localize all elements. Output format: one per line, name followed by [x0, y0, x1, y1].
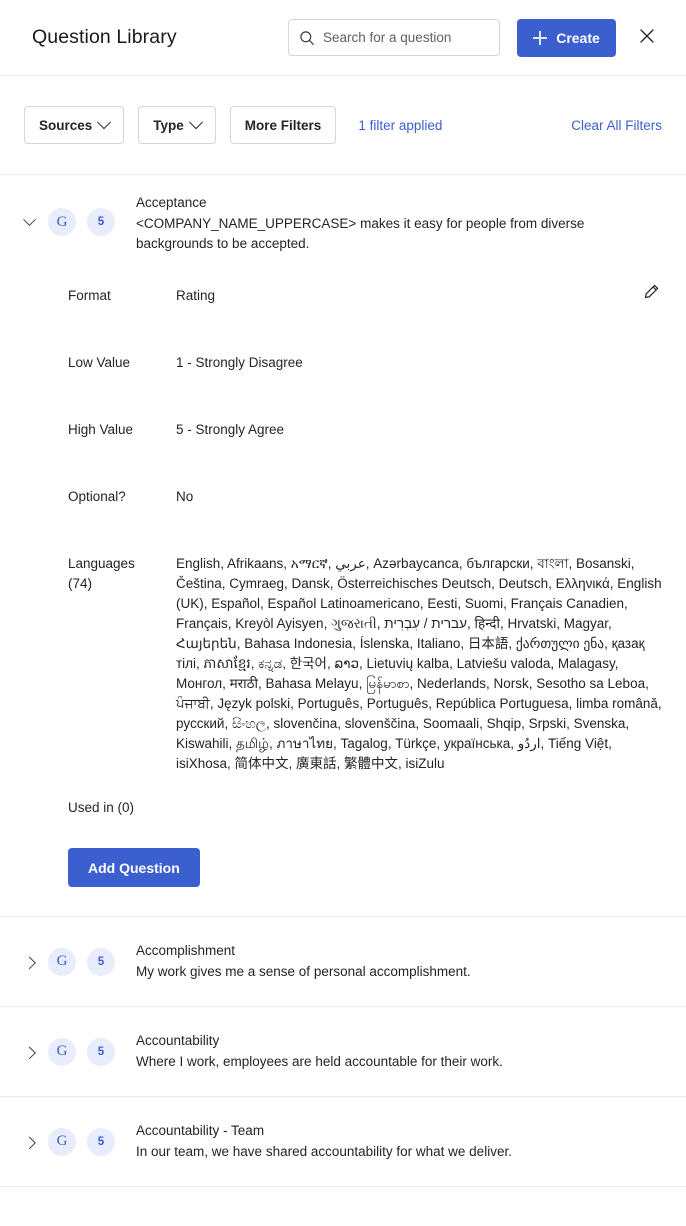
sources-filter-button[interactable]: Sources [24, 106, 125, 144]
scale-badge: 5 [87, 208, 115, 236]
filter-bar: Sources Type More Filters 1 filter appli… [0, 76, 686, 175]
question-body: <COMPANY_NAME_UPPERCASE> makes it easy f… [136, 216, 585, 251]
question-text-wrap: Accountability - Team In our team, we ha… [136, 1121, 662, 1162]
optional-value: No [176, 489, 194, 504]
search-box[interactable] [288, 19, 500, 56]
expand-toggle[interactable] [18, 1041, 40, 1063]
filters-applied-count[interactable]: 1 filter applied [358, 118, 442, 133]
type-filter-button[interactable]: Type [138, 106, 216, 144]
low-value-value: 1 - Strongly Disagree [176, 355, 303, 370]
chevron-down-icon [22, 212, 36, 226]
question-body: Where I work, employees are held account… [136, 1054, 503, 1069]
more-filters-button[interactable]: More Filters [229, 106, 337, 144]
question-title: Acceptance [136, 195, 207, 210]
source-badge: G [48, 208, 76, 236]
create-button[interactable]: Create [517, 18, 616, 57]
languages-value: English, Afrikaans, አማርኛ, عربي, Azərbayc… [176, 556, 662, 771]
question-row: G 5 Accomplishment My work gives me a se… [0, 917, 686, 1007]
page-title: Question Library [32, 26, 177, 48]
chevron-right-icon [22, 1136, 36, 1150]
low-value-label: Low Value [68, 355, 131, 370]
used-in-label: Used in (0) [68, 800, 135, 815]
question-text-wrap: Accomplishment My work gives me a sense … [136, 941, 662, 982]
search-icon [299, 30, 315, 46]
detail-row-low-value: Low Value 1 - Strongly Disagree [68, 353, 662, 373]
question-text-wrap: Accountability Where I work, employees a… [136, 1031, 662, 1072]
detail-row-languages: Languages (74) English, Afrikaans, አማርኛ,… [68, 554, 662, 774]
question-header[interactable]: G 5 Acceptance <COMPANY_NAME_UPPERCASE> … [0, 175, 686, 270]
high-value-value: 5 - Strongly Agree [176, 422, 285, 437]
languages-label-wrap: Languages (74) [68, 554, 176, 594]
chevron-right-icon [22, 956, 36, 970]
app-header: Question Library Create [0, 0, 686, 76]
scale-badge: 5 [87, 947, 115, 976]
pencil-icon [642, 283, 660, 304]
format-value: Rating [176, 288, 216, 303]
question-body: In our team, we have shared accountabili… [136, 1144, 512, 1159]
question-header[interactable]: G 5 Accomplishment My work gives me a se… [0, 917, 686, 1006]
expand-toggle[interactable] [18, 951, 40, 973]
question-header[interactable]: G 5 Accountability - Team In our team, w… [0, 1097, 686, 1186]
type-filter-label: Type [153, 117, 184, 133]
question-header[interactable]: G 5 Accountability Where I work, employe… [0, 1007, 686, 1096]
edit-question-button[interactable] [636, 278, 666, 308]
source-badge: G [48, 1037, 76, 1066]
format-label: Format [68, 288, 111, 303]
search-input[interactable] [323, 30, 489, 45]
question-row: G 5 Accountability Where I work, employe… [0, 1007, 686, 1097]
detail-row-optional: Optional? No [68, 487, 662, 507]
high-value-label: High Value [68, 422, 134, 437]
source-badge: G [48, 947, 76, 976]
plus-icon [533, 30, 548, 45]
question-title: Accomplishment [136, 943, 236, 958]
more-filters-label: More Filters [244, 117, 322, 133]
create-button-label: Create [556, 29, 600, 46]
question-text-wrap: Acceptance <COMPANY_NAME_UPPERCASE> make… [136, 193, 662, 254]
close-button[interactable] [630, 21, 664, 55]
languages-count: (74) [68, 576, 93, 591]
chevron-right-icon [22, 1046, 36, 1060]
detail-row-format: Format Rating [68, 286, 662, 306]
close-icon [639, 28, 655, 47]
collapse-toggle[interactable] [18, 211, 40, 233]
clear-all-filters-link[interactable]: Clear All Filters [571, 118, 662, 133]
question-title: Accountability [136, 1033, 220, 1048]
detail-row-high-value: High Value 5 - Strongly Agree [68, 420, 662, 440]
question-title: Accountability - Team [136, 1123, 265, 1138]
question-body: My work gives me a sense of personal acc… [136, 964, 471, 979]
source-badge: G [48, 1127, 76, 1156]
question-list: G 5 Acceptance <COMPANY_NAME_UPPERCASE> … [0, 175, 686, 1187]
languages-label: Languages [68, 556, 135, 571]
add-question-button[interactable]: Add Question [68, 848, 200, 887]
chevron-down-icon [188, 115, 203, 130]
question-row: G 5 Accountability - Team In our team, w… [0, 1097, 686, 1187]
expand-toggle[interactable] [18, 1131, 40, 1153]
chevron-down-icon [97, 115, 112, 130]
question-row: G 5 Acceptance <COMPANY_NAME_UPPERCASE> … [0, 175, 686, 917]
scale-badge: 5 [87, 1127, 115, 1156]
scale-badge: 5 [87, 1037, 115, 1066]
sources-filter-label: Sources [39, 117, 93, 133]
question-detail-panel: Format Rating Low Value 1 - Strongly Dis… [0, 270, 686, 916]
optional-label: Optional? [68, 489, 126, 504]
